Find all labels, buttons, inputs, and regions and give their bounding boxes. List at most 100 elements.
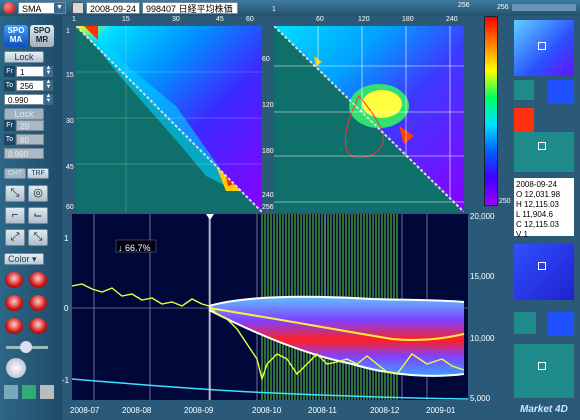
tab-cht[interactable]: CHT [4, 168, 26, 179]
spo-ma-logo[interactable]: SPO MA [4, 25, 28, 47]
threshold-input-1[interactable]: 0.990 [4, 94, 44, 105]
to-label-2: To [4, 134, 15, 145]
thumbnail-1[interactable] [514, 20, 574, 76]
date-field[interactable]: 2008-09-24 [86, 2, 140, 14]
selection-box-icon [538, 262, 546, 270]
indicator-select[interactable]: SMA ▼ [18, 2, 66, 14]
heatmap-right-plot[interactable] [274, 26, 464, 212]
x-axis-label: 2008-07 [70, 406, 100, 415]
hm2-top-tick: 1 [272, 6, 276, 13]
heatmap-left: 1 15 30 45 60 1 15 30 45 60 [66, 16, 262, 212]
resize-icon[interactable]: ⤢ [5, 229, 25, 246]
main-chart[interactable] [72, 214, 468, 400]
sphere-icon-2[interactable] [29, 272, 47, 288]
to-input-2[interactable]: 60 [16, 134, 44, 145]
thumbnail-5a[interactable] [514, 312, 536, 334]
thumbnail-5b[interactable] [548, 312, 574, 336]
colorbar [484, 16, 498, 206]
x-axis-label: 2008-08 [122, 406, 152, 415]
rotate-icon[interactable]: ◎ [28, 185, 48, 202]
crop-icon[interactable]: ⌙ [28, 207, 48, 224]
hm1-left-tick: 1 [66, 28, 70, 35]
corner-icon[interactable]: ⌐ [5, 207, 25, 224]
hm2-left-tick: 60 [262, 56, 270, 63]
hm1-top-tick: 45 [216, 16, 224, 23]
x-axis-label: 2008-11 [308, 406, 337, 415]
image-icon[interactable] [4, 385, 18, 399]
indicator-value: SMA [22, 4, 42, 14]
colorbar-max: 256 [497, 4, 509, 11]
left-axis-label: -1 [62, 376, 70, 385]
hm2-left-tick: 256 [262, 204, 274, 211]
thumbnail-2b[interactable] [548, 80, 574, 104]
color-select[interactable]: Color ▾ [4, 253, 44, 265]
from-spinner-1[interactable]: ▲ ▼ [44, 65, 53, 77]
brand-logo: Market 4D [520, 404, 568, 415]
right-axis-label: 5,000 [470, 394, 491, 403]
info-date: 2008-09-24 [516, 180, 557, 189]
sphere-icon-5[interactable] [5, 318, 23, 334]
to-input-1[interactable]: 256 [16, 80, 44, 91]
x-axis-label: 2009-01 [426, 406, 456, 415]
save-icon[interactable] [40, 385, 54, 399]
hm1-top-tick: 60 [246, 16, 254, 23]
right-axis-label: 15,000 [470, 272, 495, 281]
tab-trf[interactable]: TRF [27, 168, 49, 179]
from-input-2[interactable]: 20 [16, 120, 44, 131]
lock-button-2[interactable]: Lock [4, 108, 44, 120]
threshold-spinner-1[interactable]: ▲ ▼ [44, 93, 53, 105]
spo-mr-logo[interactable]: SPO MR [30, 25, 54, 47]
calendar-icon[interactable] [72, 2, 84, 14]
x-axis-label: 2008-10 [252, 406, 282, 415]
hm2-top-tick: 180 [402, 16, 414, 23]
info-low: L 11,904.6 [516, 210, 553, 219]
left-axis-label: 0 [64, 304, 69, 313]
thumbnail-6[interactable] [514, 344, 574, 398]
threshold-input-2[interactable]: 0.990 [4, 148, 44, 159]
record-icon[interactable] [3, 2, 15, 14]
clock-icon[interactable] [6, 358, 26, 378]
hm2-left-tick: 120 [262, 102, 274, 109]
hm1-left-tick: 15 [66, 72, 74, 79]
scroll-bar-top[interactable] [512, 4, 576, 11]
ohlc-info-panel: 2008-09-24 O 12,031.98 H 12,115.03 L 11,… [514, 178, 574, 239]
x-axis-label: 2008-12 [370, 406, 400, 415]
sphere-icon-1[interactable] [5, 272, 23, 288]
hm1-left-tick: 60 [66, 204, 74, 211]
sphere-icon-6[interactable] [29, 318, 47, 334]
thumbnail-2a[interactable] [514, 80, 534, 100]
x-axis: 2008-07 2008-08 2008-09 2008-10 2008-11 … [70, 404, 470, 420]
colorbar-min: 250 [499, 198, 511, 205]
selection-box-icon [538, 42, 546, 50]
thumbnail-3b[interactable] [514, 132, 574, 172]
tree-icon[interactable] [22, 385, 36, 399]
heatmap-left-plot[interactable] [76, 26, 262, 212]
ticker-field[interactable]: 998407 日経平均株価 [142, 2, 238, 14]
info-open: O 12,031.98 [516, 190, 561, 199]
hm1-left-tick: 45 [66, 164, 74, 171]
from-label-2: Fr [4, 120, 15, 131]
heatmap-right: 1 60 120 180 240 256 60 120 180 240 256 [262, 2, 474, 212]
left-axis-label: 1 [64, 234, 69, 243]
lock-button-1[interactable]: Lock [4, 51, 44, 63]
marker-label: ↓ 66.7% [118, 243, 151, 253]
sphere-icon-4[interactable] [29, 295, 47, 311]
hm2-top-tick: 240 [446, 16, 458, 23]
slider-handle[interactable] [20, 341, 32, 353]
to-spinner-1[interactable]: ▲ ▼ [44, 79, 53, 91]
chevron-down-icon: ▼ [54, 3, 65, 13]
from-input-1[interactable]: 1 [16, 66, 44, 77]
hm2-left-tick: 240 [262, 192, 274, 199]
hm2-left-tick: 180 [262, 148, 274, 155]
right-axis-label: 20,000 [470, 212, 495, 221]
ticker-code: 998407 [146, 4, 177, 14]
ticker-name: 日経平均株価 [178, 4, 233, 14]
shrink-icon[interactable]: ⤡ [28, 229, 48, 246]
sphere-icon-3[interactable] [5, 295, 23, 311]
thumbnail-3a[interactable] [514, 108, 534, 132]
x-axis-label: 2008-09 [184, 406, 214, 415]
expand-icon[interactable]: ⤡ [5, 185, 25, 202]
selection-box-icon [538, 362, 546, 370]
thumbnail-4[interactable] [514, 244, 574, 300]
selection-box-icon [538, 142, 546, 150]
